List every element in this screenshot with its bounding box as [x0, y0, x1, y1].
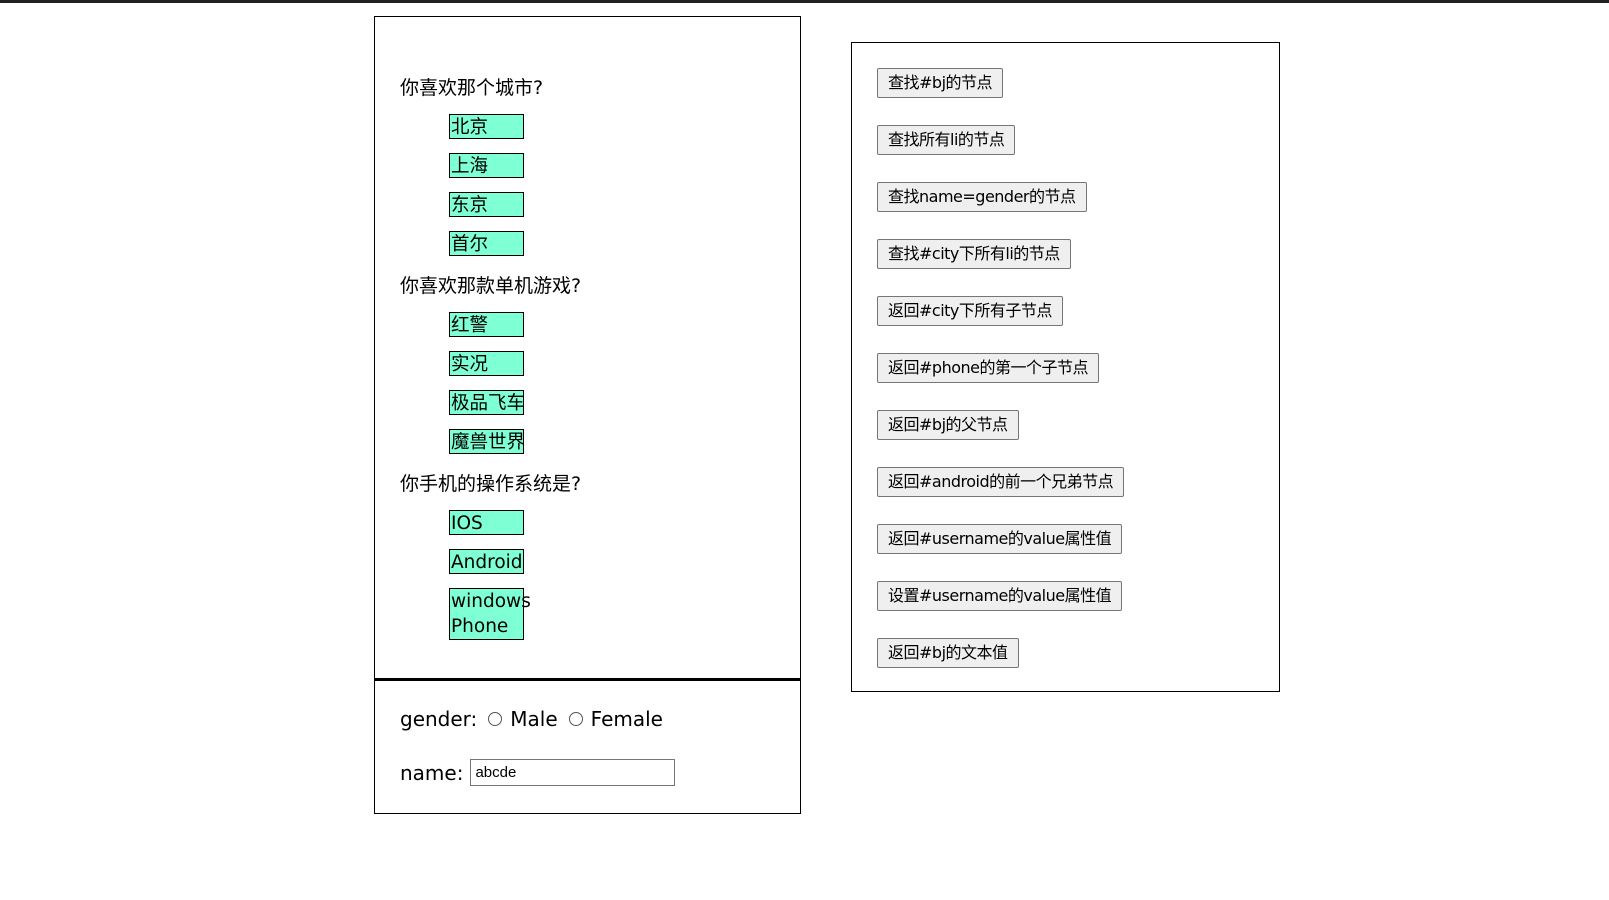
city-option-seoul[interactable]: 首尔 — [449, 231, 524, 256]
questions-section: 你喜欢那个城市? 北京 上海 东京 首尔 你喜欢那款单机游戏? 红警 实况 极品… — [374, 16, 801, 679]
bj-text-button[interactable]: 返回#bj的文本值 — [877, 638, 1019, 668]
phone-option-android[interactable]: Android — [449, 549, 524, 574]
game-option-redalert[interactable]: 红警 — [449, 312, 524, 337]
form-section: gender: Male Female name: abcde — [374, 679, 801, 814]
female-label[interactable]: Female — [591, 707, 663, 731]
get-username-value-button[interactable]: 返回#username的value属性值 — [877, 524, 1123, 554]
gender-row: gender: Male Female — [400, 707, 663, 731]
button-panel: 查找#bj的节点 查找所有li的节点 查找name=gender的节点 查找#c… — [851, 42, 1280, 692]
android-prev-sibling-button[interactable]: 返回#android的前一个兄弟节点 — [877, 467, 1125, 497]
find-city-li-button[interactable]: 查找#city下所有li的节点 — [877, 239, 1071, 269]
bj-parent-button[interactable]: 返回#bj的父节点 — [877, 410, 1019, 440]
find-all-li-button[interactable]: 查找所有li的节点 — [877, 125, 1016, 155]
city-option-shanghai[interactable]: 上海 — [449, 153, 524, 178]
set-username-value-button[interactable]: 设置#username的value属性值 — [877, 581, 1123, 611]
find-name-gender-button[interactable]: 查找name=gender的节点 — [877, 182, 1087, 212]
name-label: name: — [400, 760, 464, 785]
username-value: abcde — [475, 764, 517, 781]
name-row: name: abcde — [400, 759, 676, 786]
game-option-winning-eleven[interactable]: 实况 — [449, 351, 524, 376]
find-bj-button[interactable]: 查找#bj的节点 — [877, 68, 1004, 98]
question-city: 你喜欢那个城市? — [400, 77, 544, 99]
city-children-button[interactable]: 返回#city下所有子节点 — [877, 296, 1063, 326]
phone-first-child-button[interactable]: 返回#phone的第一个子节点 — [877, 353, 1099, 383]
phone-list: IOS Android windows Phone — [400, 510, 775, 640]
city-option-tokyo[interactable]: 东京 — [449, 192, 524, 217]
username-input[interactable]: abcde — [470, 759, 676, 786]
male-radio[interactable] — [488, 712, 503, 726]
male-label[interactable]: Male — [510, 707, 557, 731]
question-phone-os: 你手机的操作系统是? — [400, 473, 582, 495]
city-option-beijing[interactable]: 北京 — [449, 114, 524, 139]
top-border — [0, 0, 1609, 3]
gender-label: gender: — [400, 707, 478, 731]
city-list: 北京 上海 东京 首尔 — [400, 114, 775, 256]
phone-option-windows-phone[interactable]: windows Phone — [449, 588, 531, 640]
phone-option-ios[interactable]: IOS — [449, 510, 524, 535]
question-game: 你喜欢那款单机游戏? — [400, 275, 582, 297]
game-list: 红警 实况 极品飞车 魔兽世界 — [400, 312, 775, 454]
game-option-need-for-speed[interactable]: 极品飞车 — [449, 390, 525, 415]
question-panel: 你喜欢那个城市? 北京 上海 东京 首尔 你喜欢那款单机游戏? 红警 实况 极品… — [374, 16, 801, 814]
game-option-warcraft[interactable]: 魔兽世界 — [449, 429, 525, 454]
female-radio[interactable] — [568, 712, 583, 726]
